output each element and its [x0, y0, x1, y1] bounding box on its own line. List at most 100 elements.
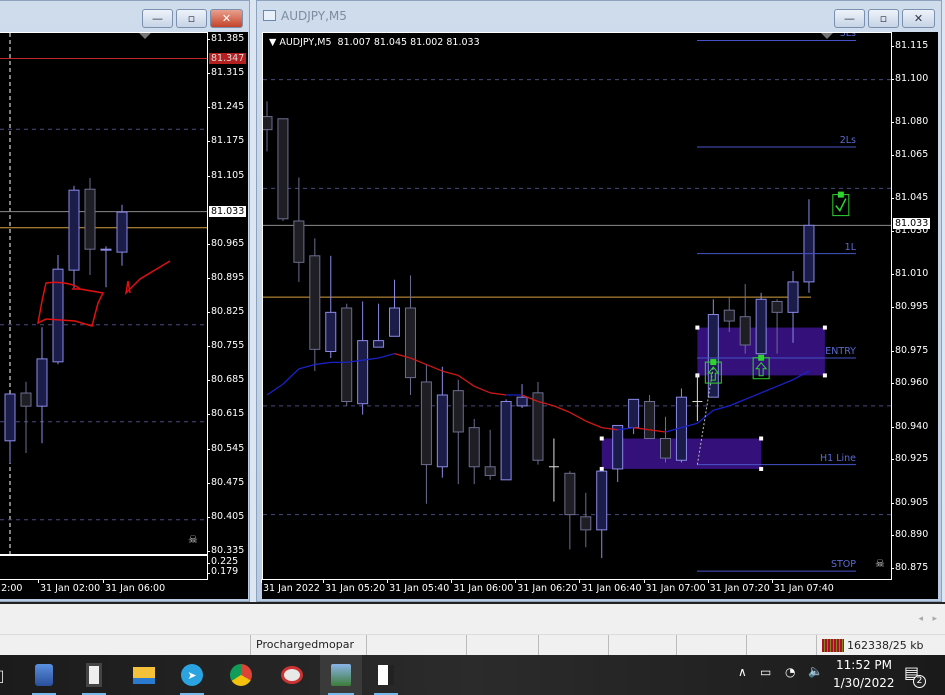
scroll-right-icon[interactable]: ▸ — [932, 614, 937, 624]
time-label: 31 Jan 2022 — [261, 579, 320, 594]
minimize-button[interactable]: — — [834, 9, 865, 28]
level-label: ENTRY — [825, 346, 856, 358]
candle-body — [100, 248, 112, 251]
price-tick-label: 81.065 — [890, 148, 929, 160]
candle-body — [484, 466, 496, 476]
red-line-price-tag: 81.347 — [209, 52, 247, 64]
candle-body — [389, 307, 401, 337]
price-tick-label: 80.995 — [890, 301, 929, 312]
status-cell — [466, 635, 538, 656]
clock-time[interactable]: 11:52 PM — [836, 658, 892, 672]
taskbar-notepad-icon[interactable] — [366, 655, 406, 695]
right-time-axis: 31 Jan 2022 31 Jan 05:20 31 Jan 05:40 31 Ja… — [261, 579, 938, 599]
time-label: 31 Jan 07:20 — [707, 579, 770, 594]
price-tick-label: 81.175 — [206, 135, 245, 147]
wifi-icon[interactable]: ◔ — [785, 665, 795, 679]
taskbar-network-app-icon[interactable] — [24, 655, 64, 695]
expert-skull-icon: ☠ — [875, 557, 885, 570]
moving-average-segment — [426, 363, 443, 372]
moving-average-segment — [569, 411, 587, 422]
candle-body — [116, 211, 128, 253]
taskbar-calculator-icon[interactable] — [74, 655, 114, 695]
price-tick-label: 80.685 — [206, 374, 245, 386]
price-tick-label: 81.045 — [890, 192, 929, 204]
candle-body — [739, 316, 751, 346]
moving-average-segment — [378, 353, 395, 359]
symbol-label: AUDJPY,M5 — [279, 37, 332, 48]
candle-body — [84, 188, 96, 250]
low-value: 81.002 — [410, 37, 444, 48]
candle-body — [707, 314, 719, 398]
time-label: 31 Jan 07:00 — [643, 579, 706, 594]
battery-icon[interactable]: ▭ — [760, 665, 771, 679]
taskbar-chrome-icon[interactable] — [221, 655, 261, 695]
taskbar-metatrader-icon[interactable] — [320, 655, 362, 695]
price-tick-label: 80.940 — [890, 420, 929, 432]
notification-count-badge: 2 — [913, 675, 926, 688]
level-label: 2Ls — [839, 135, 856, 147]
volume-icon[interactable]: 🔈 — [808, 664, 823, 678]
left-indicator-subwindow — [0, 555, 208, 580]
status-cell — [366, 635, 466, 656]
price-tick-label: 80.975 — [890, 344, 929, 356]
price-tick-label: 80.905 — [890, 496, 929, 508]
price-tick-label: 81.245 — [206, 101, 245, 113]
level-label: 1L — [844, 241, 856, 253]
candle-body — [628, 398, 640, 429]
shift-marker-icon — [139, 33, 151, 39]
show-hidden-icons-button[interactable]: ∧ — [738, 665, 747, 679]
moving-average-segment — [744, 392, 762, 400]
task-view-button[interactable]: ▯ — [0, 655, 20, 695]
time-label: 31 Jan 07:40 — [771, 579, 834, 594]
candle-body — [404, 307, 416, 379]
status-cell — [608, 635, 676, 656]
close-button[interactable]: ✕ — [902, 9, 935, 28]
candle-body — [277, 118, 289, 220]
maximize-button[interactable]: ▫ — [176, 9, 207, 28]
connection-bars-icon — [822, 639, 844, 652]
window-title: AUDJPY,M5 — [281, 9, 347, 23]
candle-body — [755, 298, 767, 355]
taskbar-file-explorer-icon[interactable] — [124, 655, 164, 695]
moving-average-segment — [282, 368, 300, 385]
signal-anchor — [758, 354, 765, 361]
maximize-button[interactable]: ▫ — [868, 9, 899, 28]
price-tick-label: 80.755 — [206, 340, 245, 352]
scroll-left-icon[interactable]: ◂ — [918, 614, 923, 624]
zone-handle — [599, 436, 604, 441]
right-chart-canvas — [263, 33, 891, 572]
close-value: 81.033 — [446, 37, 480, 48]
taskbar-snipping-tool-icon[interactable] — [272, 655, 312, 695]
moving-average-segment — [314, 361, 331, 366]
chart-header-ohlc: ▼ AUDJPY,M5 81.007 81.045 81.002 81.033 — [269, 37, 480, 48]
audjpy-price-chart[interactable]: ▼ AUDJPY,M5 81.007 81.045 81.002 81.033 … — [262, 32, 892, 580]
candle-body — [4, 393, 16, 442]
right-window-titlebar[interactable]: AUDJPY,M5 — ▫ ✕ — [257, 1, 941, 31]
connection-status[interactable]: 162338/25 kb — [816, 635, 945, 656]
close-button[interactable]: ✕ — [210, 9, 243, 28]
right-price-axis: 81.115 81.100 81.080 81.065 81.045 81.030 81.0… — [890, 32, 938, 580]
candle-body — [452, 390, 464, 433]
level-label: STOP — [830, 559, 856, 571]
minimize-button[interactable]: — — [142, 9, 173, 28]
check-signal-box — [832, 194, 850, 217]
taskbar-telegram-icon[interactable]: ➤ — [172, 655, 212, 695]
left-price-chart[interactable]: ☠ — [0, 32, 208, 555]
candle-body — [660, 438, 671, 459]
moving-average-segment — [760, 385, 778, 394]
price-tick-label: 80.875 — [890, 562, 929, 573]
moving-average-segment — [457, 374, 475, 387]
windows-taskbar: ▯ ➤ ∧ ▭ ◔ 🔈 11:52 PM 1/30/2022 ▤ 2 — [0, 655, 945, 695]
price-tick-label: 81.105 — [206, 169, 245, 181]
moving-average-segment — [298, 363, 315, 370]
candle-body — [771, 300, 783, 313]
signal-anchor — [837, 191, 844, 198]
price-tick-label: 80.890 — [890, 529, 929, 541]
chart-menu-icon[interactable]: ▼ — [269, 37, 276, 48]
left-window-titlebar[interactable]: — ▫ ✕ — [0, 1, 249, 31]
clock-date[interactable]: 1/30/2022 — [833, 676, 895, 690]
status-bar: Prochargedmopar 162338/25 kb — [0, 634, 945, 656]
status-cell — [676, 635, 746, 656]
moving-average-segment — [713, 405, 730, 411]
zone-handle — [822, 325, 827, 330]
